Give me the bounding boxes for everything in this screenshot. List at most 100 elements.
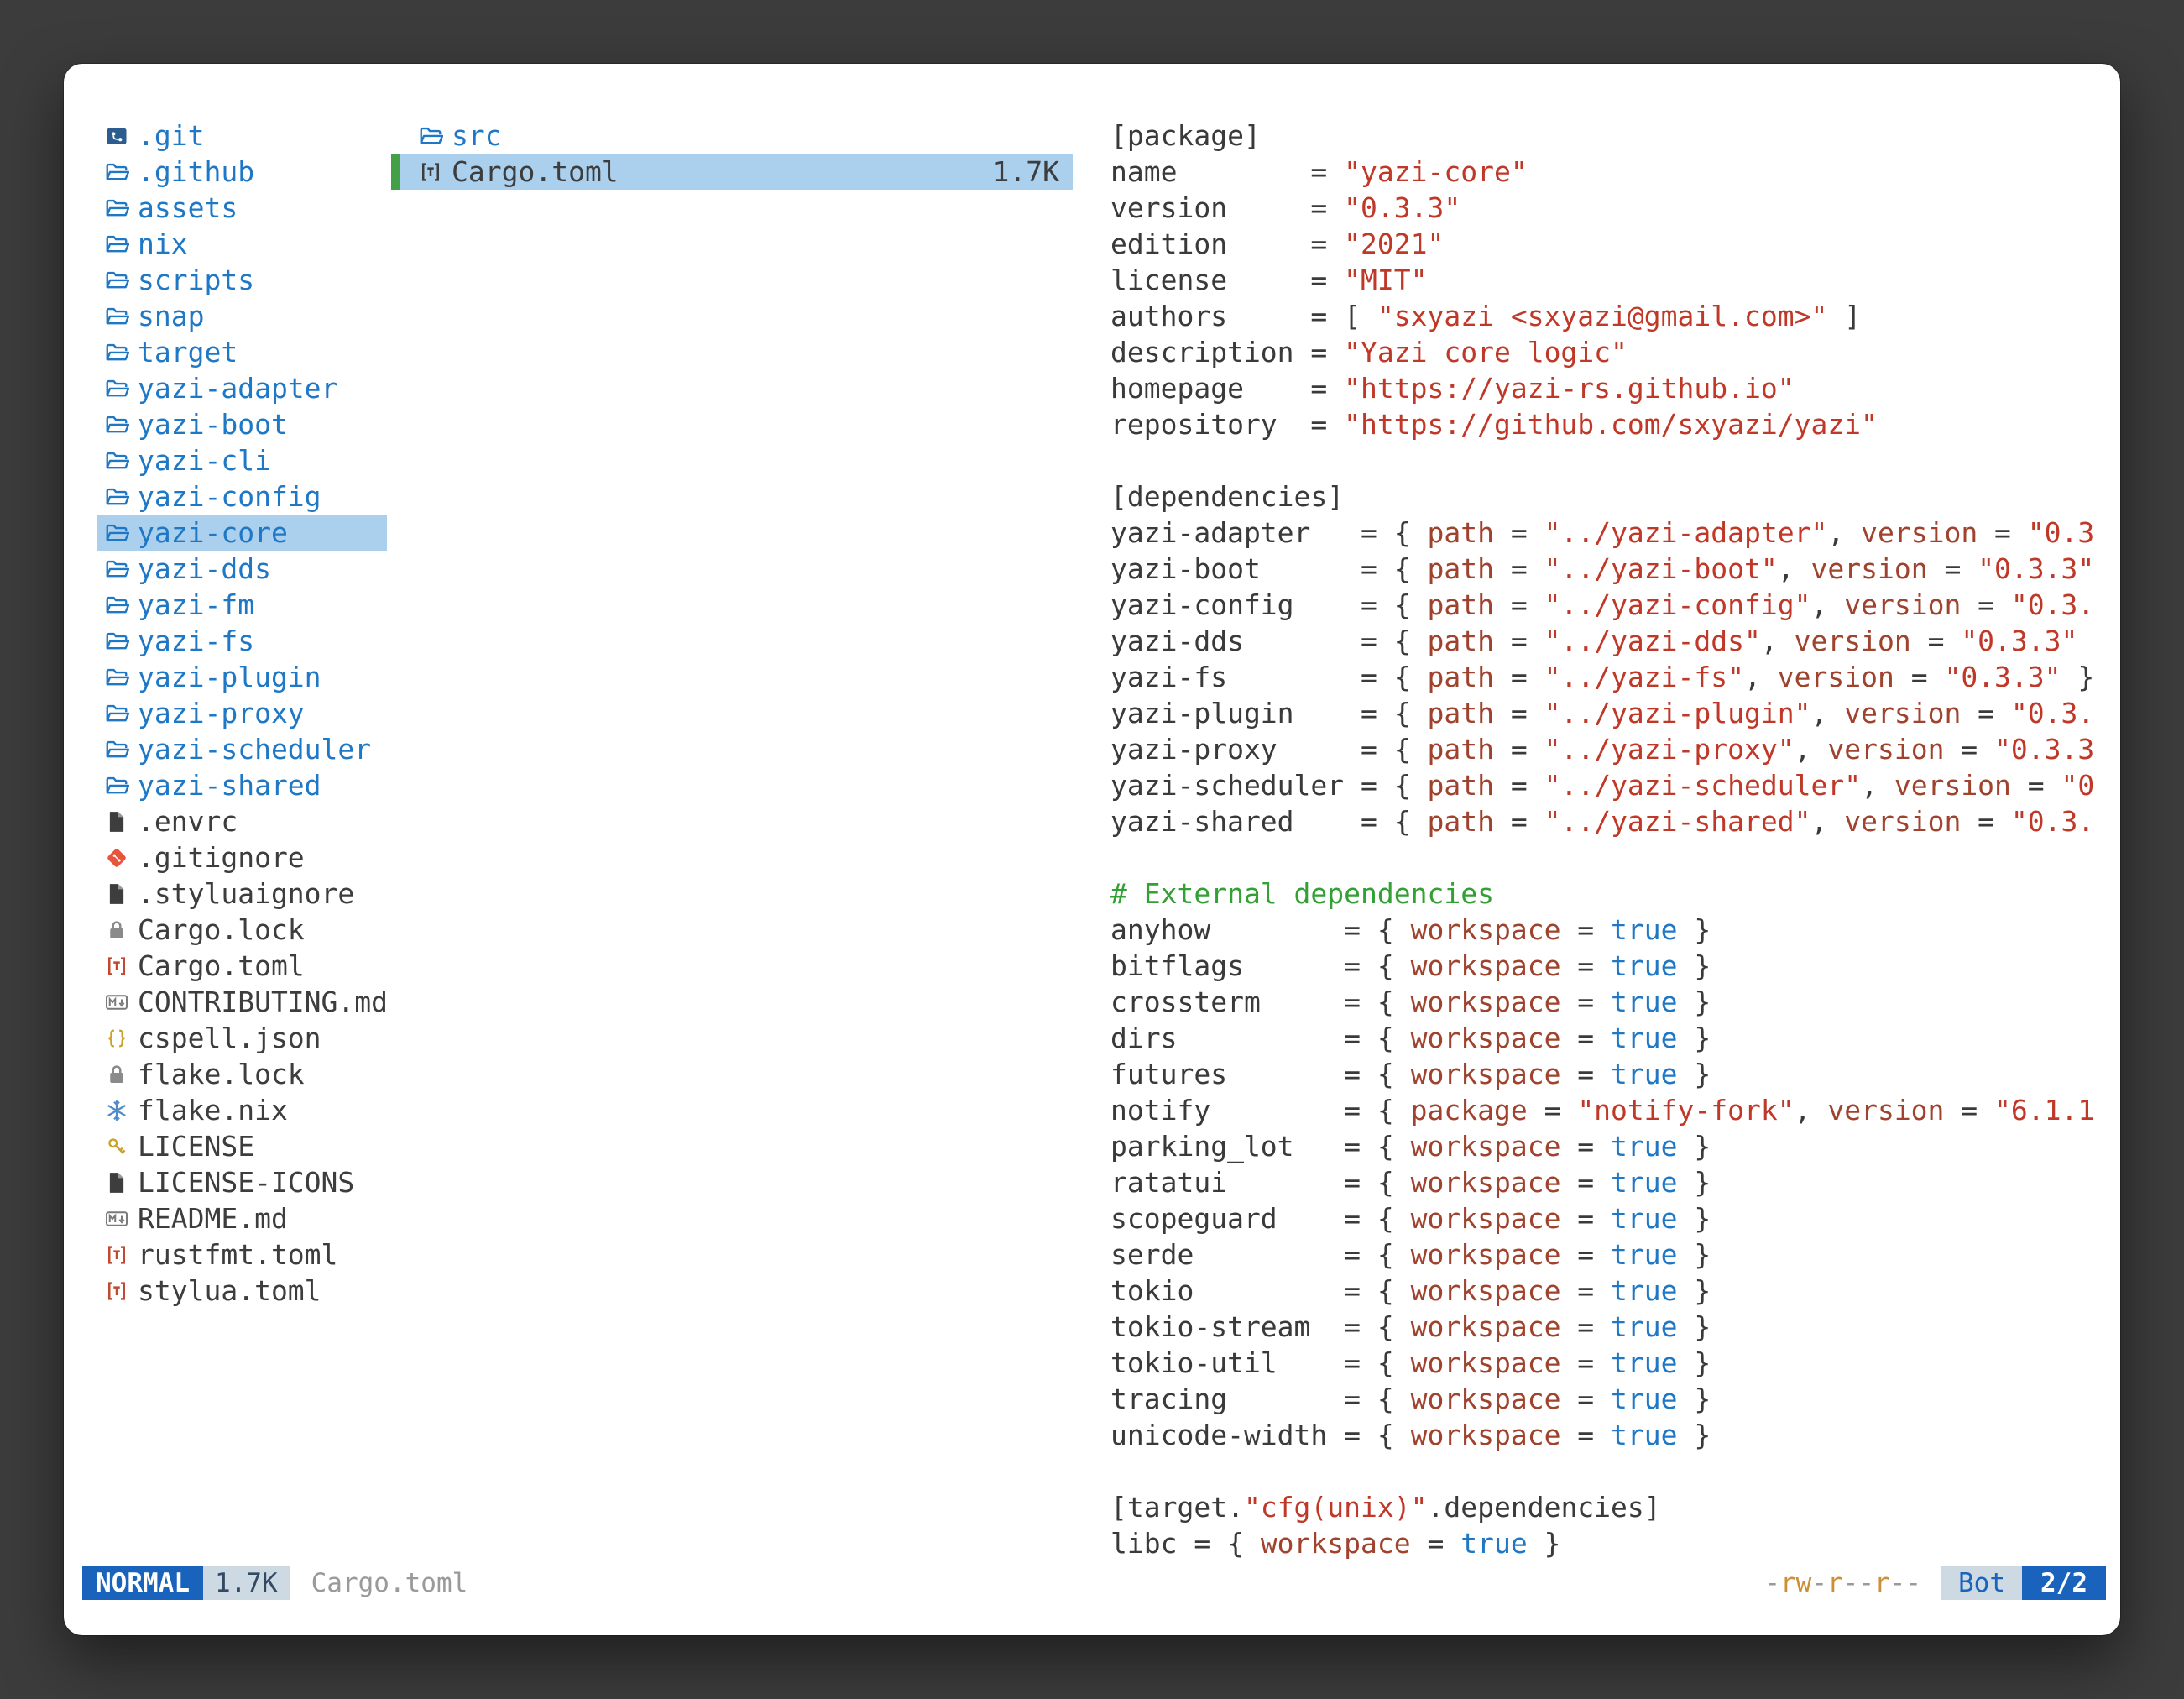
preview-line: tracing = { workspace = true }	[1110, 1381, 2103, 1417]
current-directory-pane[interactable]: srcCargo.toml1.7K	[391, 118, 1073, 190]
file-row[interactable]: yazi-adapter	[97, 370, 387, 406]
file-row[interactable]: yazi-plugin	[97, 659, 387, 695]
preview-line: # External dependencies	[1110, 876, 2103, 912]
file-row[interactable]: README.md	[97, 1200, 387, 1236]
file-row[interactable]: yazi-config	[97, 478, 387, 515]
file-row[interactable]: stylua.toml	[97, 1273, 387, 1309]
file-row[interactable]: yazi-core	[97, 515, 387, 551]
git-folder-icon	[104, 123, 129, 149]
markdown-icon	[104, 1206, 129, 1231]
parent-directory-pane[interactable]: .git.githubassetsnixscriptssnaptargetyaz…	[97, 118, 387, 1309]
file-name: target	[138, 334, 238, 370]
file-name: yazi-boot	[138, 406, 288, 442]
file-name: yazi-cli	[138, 442, 271, 478]
mode-indicator: NORMAL	[82, 1566, 203, 1600]
file-name: yazi-scheduler	[138, 731, 371, 767]
file-name: yazi-shared	[138, 767, 321, 803]
file-row[interactable]: rustfmt.toml	[97, 1236, 387, 1273]
preview-line: edition = "2021"	[1110, 226, 2103, 262]
folder-icon	[104, 665, 129, 690]
preview-line: [target."cfg(unix)".dependencies]	[1110, 1489, 2103, 1525]
file-row[interactable]: .github	[97, 154, 387, 190]
file-row[interactable]: .styluaignore	[97, 876, 387, 912]
preview-line: yazi-adapter = { path = "../yazi-adapter…	[1110, 515, 2103, 551]
file-preview-pane[interactable]: [package]name = "yazi-core"version = "0.…	[1110, 118, 2103, 1566]
preview-line: futures = { workspace = true }	[1110, 1056, 2103, 1092]
preview-line: anyhow = { workspace = true }	[1110, 912, 2103, 948]
file-row[interactable]: Cargo.toml1.7K	[391, 154, 1073, 190]
file-name: flake.nix	[138, 1092, 288, 1128]
preview-line: crossterm = { workspace = true }	[1110, 984, 2103, 1020]
file-row[interactable]: yazi-dds	[97, 551, 387, 587]
file-row[interactable]: yazi-proxy	[97, 695, 387, 731]
file-name: .git	[138, 118, 204, 154]
file-row[interactable]: src	[391, 118, 1073, 154]
folder-icon	[104, 593, 129, 618]
preview-line	[1110, 1453, 2103, 1489]
file-row[interactable]: nix	[97, 226, 387, 262]
file-name: .github	[138, 154, 254, 190]
preview-line: yazi-scheduler = { path = "../yazi-sched…	[1110, 767, 2103, 803]
file-name: yazi-fm	[138, 587, 254, 623]
file-name: cspell.json	[138, 1020, 321, 1056]
file-row[interactable]: .envrc	[97, 803, 387, 839]
file-row[interactable]: target	[97, 334, 387, 370]
file-name: flake.lock	[138, 1056, 305, 1092]
lock-icon	[104, 1062, 129, 1087]
file-row[interactable]: yazi-fm	[97, 587, 387, 623]
preview-line: unicode-width = { workspace = true }	[1110, 1417, 2103, 1453]
file-row[interactable]: snap	[97, 298, 387, 334]
preview-line: [dependencies]	[1110, 478, 2103, 515]
snowflake-icon	[104, 1098, 129, 1123]
toml-icon	[104, 1278, 129, 1304]
folder-icon	[104, 159, 129, 185]
file-size-indicator: 1.7K	[203, 1566, 290, 1600]
folder-icon	[418, 123, 443, 149]
file-name: LICENSE-ICONS	[138, 1164, 354, 1200]
file-row[interactable]: Cargo.toml	[97, 948, 387, 984]
file-row[interactable]: CONTRIBUTING.md	[97, 984, 387, 1020]
preview-line: ratatui = { workspace = true }	[1110, 1164, 2103, 1200]
preview-line: description = "Yazi core logic"	[1110, 334, 2103, 370]
status-bar-right: -rw-r--r-- Bot 2/2	[1764, 1566, 2106, 1602]
file-row[interactable]: scripts	[97, 262, 387, 298]
file-name: .styluaignore	[138, 876, 354, 912]
file-row[interactable]: flake.lock	[97, 1056, 387, 1092]
preview-line: version = "0.3.3"	[1110, 190, 2103, 226]
file-row[interactable]: cspell.json	[97, 1020, 387, 1056]
preview-line: yazi-plugin = { path = "../yazi-plugin",…	[1110, 695, 2103, 731]
folder-icon	[104, 232, 129, 257]
file-row[interactable]: LICENSE	[97, 1128, 387, 1164]
preview-line: license = "MIT"	[1110, 262, 2103, 298]
file-row[interactable]: .gitignore	[97, 839, 387, 876]
file-name: yazi-proxy	[138, 695, 305, 731]
folder-icon	[104, 304, 129, 329]
file-row[interactable]: yazi-boot	[97, 406, 387, 442]
file-row[interactable]: yazi-cli	[97, 442, 387, 478]
file-name: Cargo.lock	[138, 912, 305, 948]
file-row[interactable]: yazi-shared	[97, 767, 387, 803]
file-row[interactable]: Cargo.lock	[97, 912, 387, 948]
file-icon	[104, 809, 129, 834]
folder-icon	[104, 376, 129, 401]
preview-line: yazi-shared = { path = "../yazi-shared",…	[1110, 803, 2103, 839]
preview-line: homepage = "https://yazi-rs.github.io"	[1110, 370, 2103, 406]
yazi-file-manager-window: .git.githubassetsnixscriptssnaptargetyaz…	[64, 64, 2120, 1635]
file-row[interactable]: yazi-fs	[97, 623, 387, 659]
file-row[interactable]: flake.nix	[97, 1092, 387, 1128]
lock-icon	[104, 917, 129, 943]
status-bar: NORMAL 1.7K Cargo.toml -rw-r--r-- Bot 2/…	[82, 1566, 2106, 1600]
scroll-position-indicator: Bot	[1941, 1566, 2022, 1600]
preview-line: serde = { workspace = true }	[1110, 1236, 2103, 1273]
preview-line: yazi-config = { path = "../yazi-config",…	[1110, 587, 2103, 623]
status-filename: Cargo.toml	[311, 1566, 468, 1602]
folder-icon	[104, 448, 129, 473]
file-row[interactable]: LICENSE-ICONS	[97, 1164, 387, 1200]
preview-line	[1110, 839, 2103, 876]
file-name: .gitignore	[138, 839, 305, 876]
key-icon	[104, 1134, 129, 1159]
file-row[interactable]: assets	[97, 190, 387, 226]
file-row[interactable]: .git	[97, 118, 387, 154]
file-name: assets	[138, 190, 238, 226]
file-row[interactable]: yazi-scheduler	[97, 731, 387, 767]
